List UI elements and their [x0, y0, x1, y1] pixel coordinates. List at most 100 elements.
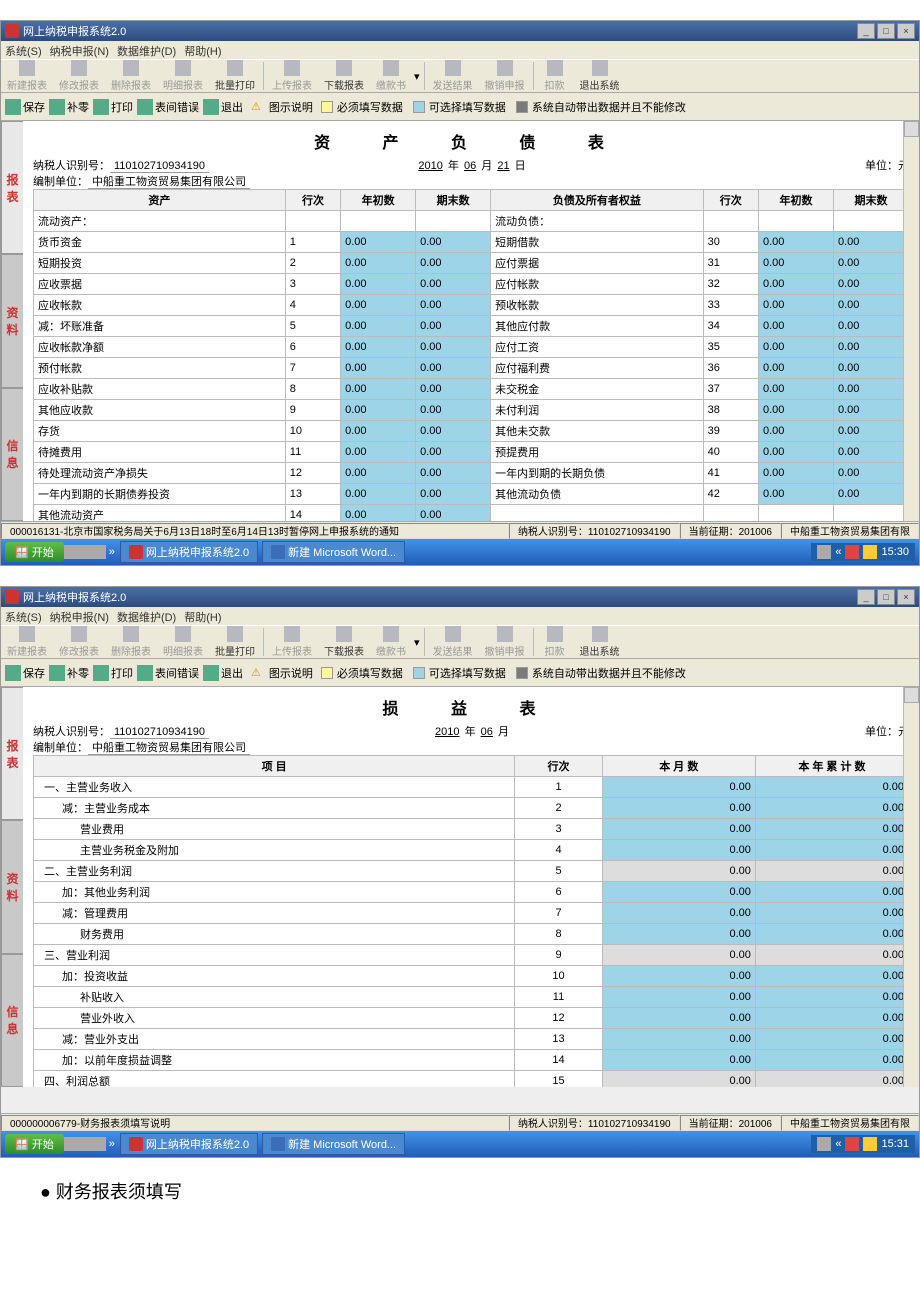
- toolbar-button[interactable]: 下载报表: [318, 58, 370, 94]
- titlebar: 网上纳税申报系统2.0 _ □ ×: [1, 21, 919, 41]
- toolbar-secondary: 保存补零打印表间错误退出 ⚠ 图示说明 必须填写数据可选择填写数据系统自动带出数…: [1, 93, 919, 121]
- toolbar-button: 删除报表: [105, 58, 157, 94]
- date-month[interactable]: 06: [462, 160, 478, 172]
- legend-label: 图示说明: [269, 665, 313, 681]
- app-title: 网上纳税申报系统2.0: [23, 23, 126, 39]
- org-name: 中船重工物资贸易集团有限公司: [88, 176, 250, 189]
- pl-table: 项 目行次本 月 数本 年 累 计 数 一、主营业务收入10.000.00减：主…: [33, 755, 909, 1087]
- toolbar-button[interactable]: 批量打印: [209, 624, 261, 660]
- start-button[interactable]: 🪟开始: [5, 1134, 64, 1154]
- toolbar2-button[interactable]: 补零: [49, 99, 89, 115]
- toolbar2-button[interactable]: 保存: [5, 665, 45, 681]
- app-title: 网上纳税申报系统2.0: [23, 589, 126, 605]
- minimize-button[interactable]: _: [857, 23, 875, 39]
- table-row: 应收票据30.000.00应付帐款320.000.00: [34, 274, 909, 295]
- table-row: 主营业务税金及附加40.000.00: [34, 840, 909, 861]
- toolbar-button[interactable]: 下载报表: [318, 624, 370, 660]
- table-row: 财务费用80.000.00: [34, 924, 909, 945]
- side-tab[interactable]: 报表: [1, 687, 23, 820]
- status-org: 中船重工物资贸易集团有限: [781, 523, 919, 539]
- menu-item[interactable]: 系统(S): [5, 43, 42, 57]
- toolbar2-button[interactable]: 打印: [93, 665, 133, 681]
- toolbar2-button[interactable]: 补零: [49, 665, 89, 681]
- taskbar-item-2[interactable]: 新建 Microsoft Word...: [262, 541, 405, 563]
- side-tab[interactable]: 信息: [1, 388, 23, 521]
- toolbar2-button[interactable]: 退出: [203, 99, 243, 115]
- status-bar: 000000006779-财务报表须填写说明 纳税人识别号：1101027109…: [1, 1113, 919, 1131]
- table-row: 补贴收入110.000.00: [34, 987, 909, 1008]
- table-row: 预付帐款70.000.00应付福利费360.000.00: [34, 358, 909, 379]
- menu-item[interactable]: 系统(S): [5, 609, 42, 623]
- start-button[interactable]: 🪟开始: [5, 542, 64, 562]
- toolbar-secondary: 保存补零打印表间错误退出 ⚠ 图示说明 必须填写数据可选择填写数据系统自动带出数…: [1, 659, 919, 687]
- side-tab[interactable]: 资料: [1, 820, 23, 953]
- toolbar-main: 新建报表修改报表删除报表明细报表批量打印上传报表下载报表缴款书▾发送结果撤销申报…: [1, 625, 919, 659]
- system-tray: « 15:31: [811, 1135, 915, 1153]
- taskbar-item-1[interactable]: 网上纳税申报系统2.0: [120, 541, 258, 563]
- menu-item[interactable]: 数据维护(D): [117, 43, 176, 57]
- minimize-button[interactable]: _: [857, 589, 875, 605]
- doc-bullet: ● 财务报表须填写: [40, 1178, 880, 1204]
- table-row: 减：营业外支出130.000.00: [34, 1029, 909, 1050]
- menu-item[interactable]: 纳税申报(N): [50, 609, 109, 623]
- table-row: 加：其他业务利润60.000.00: [34, 882, 909, 903]
- close-button[interactable]: ×: [897, 589, 915, 605]
- toolbar-button: 删除报表: [105, 624, 157, 660]
- toolbar-button: 发送结果: [427, 624, 479, 660]
- table-row: 应收补贴款80.000.00未交税金370.000.00: [34, 379, 909, 400]
- table-row: 加：投资收益100.000.00: [34, 966, 909, 987]
- menu-item[interactable]: 帮助(H): [184, 43, 221, 57]
- toolbar2-button[interactable]: 打印: [93, 99, 133, 115]
- app-icon: [5, 590, 19, 604]
- menu-item[interactable]: 数据维护(D): [117, 609, 176, 623]
- table-row: 加：以前年度损益调整140.000.00: [34, 1050, 909, 1071]
- menu-item[interactable]: 帮助(H): [184, 609, 221, 623]
- side-tab[interactable]: 资料: [1, 254, 23, 387]
- side-tab[interactable]: 报表: [1, 121, 23, 254]
- toolbar-button: 明细报表: [157, 58, 209, 94]
- table-row: 应收帐款净额60.000.00应付工资350.000.00: [34, 337, 909, 358]
- maximize-button[interactable]: □: [877, 589, 895, 605]
- toolbar2-button[interactable]: 表间错误: [137, 665, 199, 681]
- table-row: 四、利润总额150.000.00: [34, 1071, 909, 1088]
- side-tab[interactable]: 信息: [1, 954, 23, 1087]
- toolbar2-button[interactable]: 保存: [5, 99, 45, 115]
- side-tabs: 报表资料信息: [1, 687, 23, 1087]
- menu-item[interactable]: 纳税申报(N): [50, 43, 109, 57]
- table-row: 营业费用30.000.00: [34, 819, 909, 840]
- close-button[interactable]: ×: [897, 23, 915, 39]
- table-row: 减：管理费用70.000.00: [34, 903, 909, 924]
- scrollbar[interactable]: [903, 687, 919, 1087]
- toolbar-button[interactable]: 批量打印: [209, 58, 261, 94]
- toolbar-button[interactable]: 退出系统: [574, 58, 626, 94]
- table-row: 减：主营业务成本20.000.00: [34, 798, 909, 819]
- toolbar-button: 扣款: [536, 624, 574, 660]
- taskbar-item-2[interactable]: 新建 Microsoft Word...: [262, 1133, 405, 1155]
- taskbar-item-1[interactable]: 网上纳税申报系统2.0: [120, 1133, 258, 1155]
- scrollbar[interactable]: [903, 121, 919, 521]
- table-row: 营业外收入120.000.00: [34, 1008, 909, 1029]
- app-window-1: 网上纳税申报系统2.0 _ □ × 系统(S) 纳税申报(N) 数据维护(D) 帮助(…: [0, 20, 920, 566]
- toolbar-button: 缴款书: [370, 624, 412, 660]
- status-bar: 000016131-北京市国家税务局关于6月13日18时至6月14日13时暂停网…: [1, 521, 919, 539]
- date-day[interactable]: 21: [495, 160, 511, 172]
- toolbar-button: 修改报表: [53, 624, 105, 660]
- date-year[interactable]: 2010: [416, 160, 444, 172]
- maximize-button[interactable]: □: [877, 23, 895, 39]
- toolbar2-button[interactable]: 退出: [203, 665, 243, 681]
- toolbar-button: 扣款: [536, 58, 574, 94]
- toolbar-main: 新建报表修改报表删除报表明细报表批量打印上传报表下载报表缴款书▾发送结果撤销申报…: [1, 59, 919, 93]
- menubar: 系统(S) 纳税申报(N) 数据维护(D) 帮助(H): [1, 607, 919, 625]
- menubar: 系统(S) 纳税申报(N) 数据维护(D) 帮助(H): [1, 41, 919, 59]
- status-tid: 纳税人识别号：110102710934190: [509, 523, 680, 539]
- sheet-title: 资 产 负 债 表: [33, 129, 909, 153]
- toolbar-button[interactable]: 退出系统: [574, 624, 626, 660]
- clock: 15:30: [881, 546, 909, 558]
- table-row: 其他应收款90.000.00未付利润380.000.00: [34, 400, 909, 421]
- toolbar-button: 上传报表: [266, 58, 318, 94]
- toolbar-button: 上传报表: [266, 624, 318, 660]
- titlebar: 网上纳税申报系统2.0 _ □ ×: [1, 587, 919, 607]
- status-period: 当前征期：201006: [680, 523, 781, 539]
- taxpayer-id: 110102710934190: [110, 160, 209, 173]
- toolbar2-button[interactable]: 表间错误: [137, 99, 199, 115]
